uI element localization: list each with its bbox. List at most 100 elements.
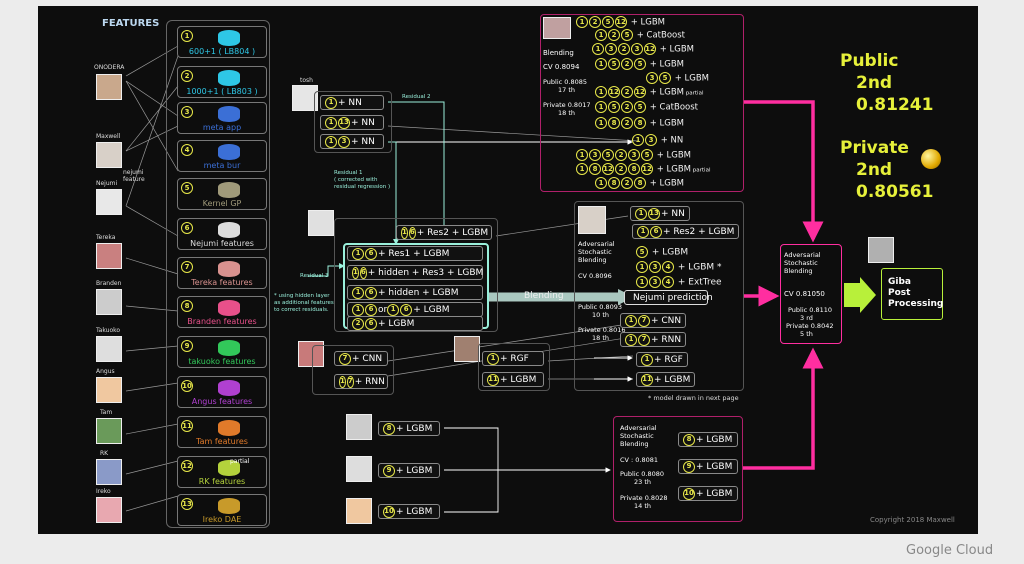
model-text: + hidden + LGBM xyxy=(378,287,459,298)
model-number-circle: 5 xyxy=(602,149,614,161)
model-box: 1 6 or 1 6 + LGBM xyxy=(347,302,483,317)
model-text: + RGF xyxy=(500,353,529,364)
model-text: + LGBM xyxy=(500,374,537,385)
model-text: + Res2 + LGBM xyxy=(416,227,489,238)
model-number-circle: 8 xyxy=(634,177,646,189)
features-title: FEATURES xyxy=(102,18,160,29)
copyright: Copyright 2018 Maxwell xyxy=(870,516,955,524)
model-box: 10 + LGBM xyxy=(678,486,738,501)
model-number-circle: 6 xyxy=(365,303,377,316)
model-number-circle: 12 xyxy=(608,86,620,98)
model-box: 8 + LGBM xyxy=(678,432,738,447)
model-box: 16 + hidden + LGBM xyxy=(347,285,483,300)
model-number-circle: 3 xyxy=(646,72,658,84)
partial-note: partial xyxy=(691,167,711,174)
model-number-circle: 2 xyxy=(621,101,633,113)
model-text: + LGBM xyxy=(654,164,692,175)
bottom-owner-avatar-3 xyxy=(346,498,372,524)
top-box-public-rank: 17 th xyxy=(558,86,576,94)
model-number-circle: 6 xyxy=(650,225,662,238)
model-box: 1 13 + NN xyxy=(630,206,690,221)
model-box: 8 + LGBM xyxy=(378,421,440,436)
blending-label: Blending xyxy=(524,291,564,301)
model-number-circle: 1 xyxy=(595,58,607,70)
model-number-circle: 1 xyxy=(352,303,364,316)
top-box-model-row: 1828 + LGBM xyxy=(595,117,684,129)
rk-partial-label: partial xyxy=(230,458,250,465)
model-number-circle: 12 xyxy=(615,16,627,28)
private-place: 2nd xyxy=(856,160,893,180)
model-number-circle: 5 xyxy=(636,246,648,258)
final-box-public-rank: 3 rd xyxy=(800,314,813,322)
feature-item: 9 takuoko features xyxy=(177,336,267,368)
model-number-circle: 10 xyxy=(683,487,695,500)
model-number-circle: 8 xyxy=(634,117,646,129)
model-number-circle: 3 xyxy=(605,43,617,55)
model-text: + NN xyxy=(661,208,685,219)
mid-box-private: Private 0.8016 xyxy=(578,326,626,334)
model-text: + LGBM xyxy=(396,465,433,476)
model-number-circle: 11 xyxy=(487,373,499,386)
model-number-circle: 11 xyxy=(641,373,653,386)
model-text: + LGBM xyxy=(396,423,433,434)
model-number-circle: 12 xyxy=(641,163,653,175)
model-number-circle: 5 xyxy=(608,58,620,70)
feature-item: 12 RK features xyxy=(177,456,267,488)
model-number-circle: 4 xyxy=(662,261,674,273)
model-number-circle: 3 xyxy=(628,149,640,161)
model-text: + LGBM xyxy=(396,506,433,517)
feature-item: 2 1000+1 ( LB803 ) xyxy=(177,66,267,98)
top-box-model-row: 1 8 12 2 8 12 + LGBM partial xyxy=(576,163,710,175)
top-box-model-row: 35 + LGBM xyxy=(646,72,709,84)
bottom-box-private: Private 0.8028 xyxy=(620,494,668,502)
model-number-circle: 9 xyxy=(181,340,193,352)
bottom-box-public-rank: 23 th xyxy=(634,478,652,486)
person-name-branden: Branden xyxy=(96,280,122,287)
model-number-circle: 5 xyxy=(659,72,671,84)
model-text: + CatBoost xyxy=(634,30,685,41)
model-number-circle: 12 xyxy=(181,460,193,472)
model-number-circle: 3 xyxy=(589,149,601,161)
model-number-circle: 2 xyxy=(181,70,193,82)
model-box: 7 + CNN xyxy=(334,351,388,366)
model-box: 16 + hidden + Res3 + LGBM xyxy=(347,265,483,280)
model-text: + NN xyxy=(351,117,375,128)
model-number-circle: 2 xyxy=(621,117,633,129)
mid-box-public: Public 0.8093 xyxy=(578,303,623,311)
database-icon xyxy=(218,106,240,122)
model-number-circle: 1 xyxy=(595,101,607,113)
public-place: 2nd xyxy=(856,73,893,93)
model-text: + LGBM xyxy=(378,318,415,329)
model-box: 9 + LGBM xyxy=(678,459,738,474)
model-number-circle: 1 xyxy=(352,286,364,299)
model-text: + LGBM xyxy=(654,150,692,161)
top-box-private: Private 0.8017 xyxy=(543,101,591,109)
person-name-tam: Tam xyxy=(100,409,113,416)
model-number-circle: 2 xyxy=(615,149,627,161)
model-box: 16 + Res2 + LGBM xyxy=(396,225,492,240)
model-number-circle: 1 xyxy=(637,225,649,238)
top-box-avatar xyxy=(543,17,571,39)
model-number-circle: 13 xyxy=(181,498,193,510)
model-text: + CNN xyxy=(352,353,383,364)
person-name-rk: RK xyxy=(100,450,109,457)
mid-box-avatar xyxy=(578,206,606,234)
mid-box-model-row: 134 + LGBM * xyxy=(636,261,722,273)
top-box-model-row: 1 2 5 12 + LGBM xyxy=(576,16,665,28)
database-icon xyxy=(218,261,240,277)
final-box-private-rank: 5 th xyxy=(800,330,813,338)
residual2-label: Residual 2 xyxy=(402,94,431,100)
person-name-tereka: Tereka xyxy=(96,234,116,241)
model-text: + LGBM xyxy=(649,247,689,258)
or-text: or xyxy=(378,304,388,315)
ireko-avatar xyxy=(96,497,122,523)
model-number-circle: 7 xyxy=(638,333,650,346)
top-box-model-row: 1828 + LGBM xyxy=(595,177,684,189)
model-number-circle: 8 xyxy=(628,163,640,175)
top-box-cv: CV 0.8094 xyxy=(543,63,580,71)
model-number-circle: 3 xyxy=(649,276,661,288)
model-text: + LGBM xyxy=(647,59,685,70)
top-box-private-rank: 18 th xyxy=(558,109,576,117)
mid-box-model-row: 134 + ExtTree xyxy=(636,276,722,288)
private-result: Private 2nd 0.80561 xyxy=(840,137,933,203)
